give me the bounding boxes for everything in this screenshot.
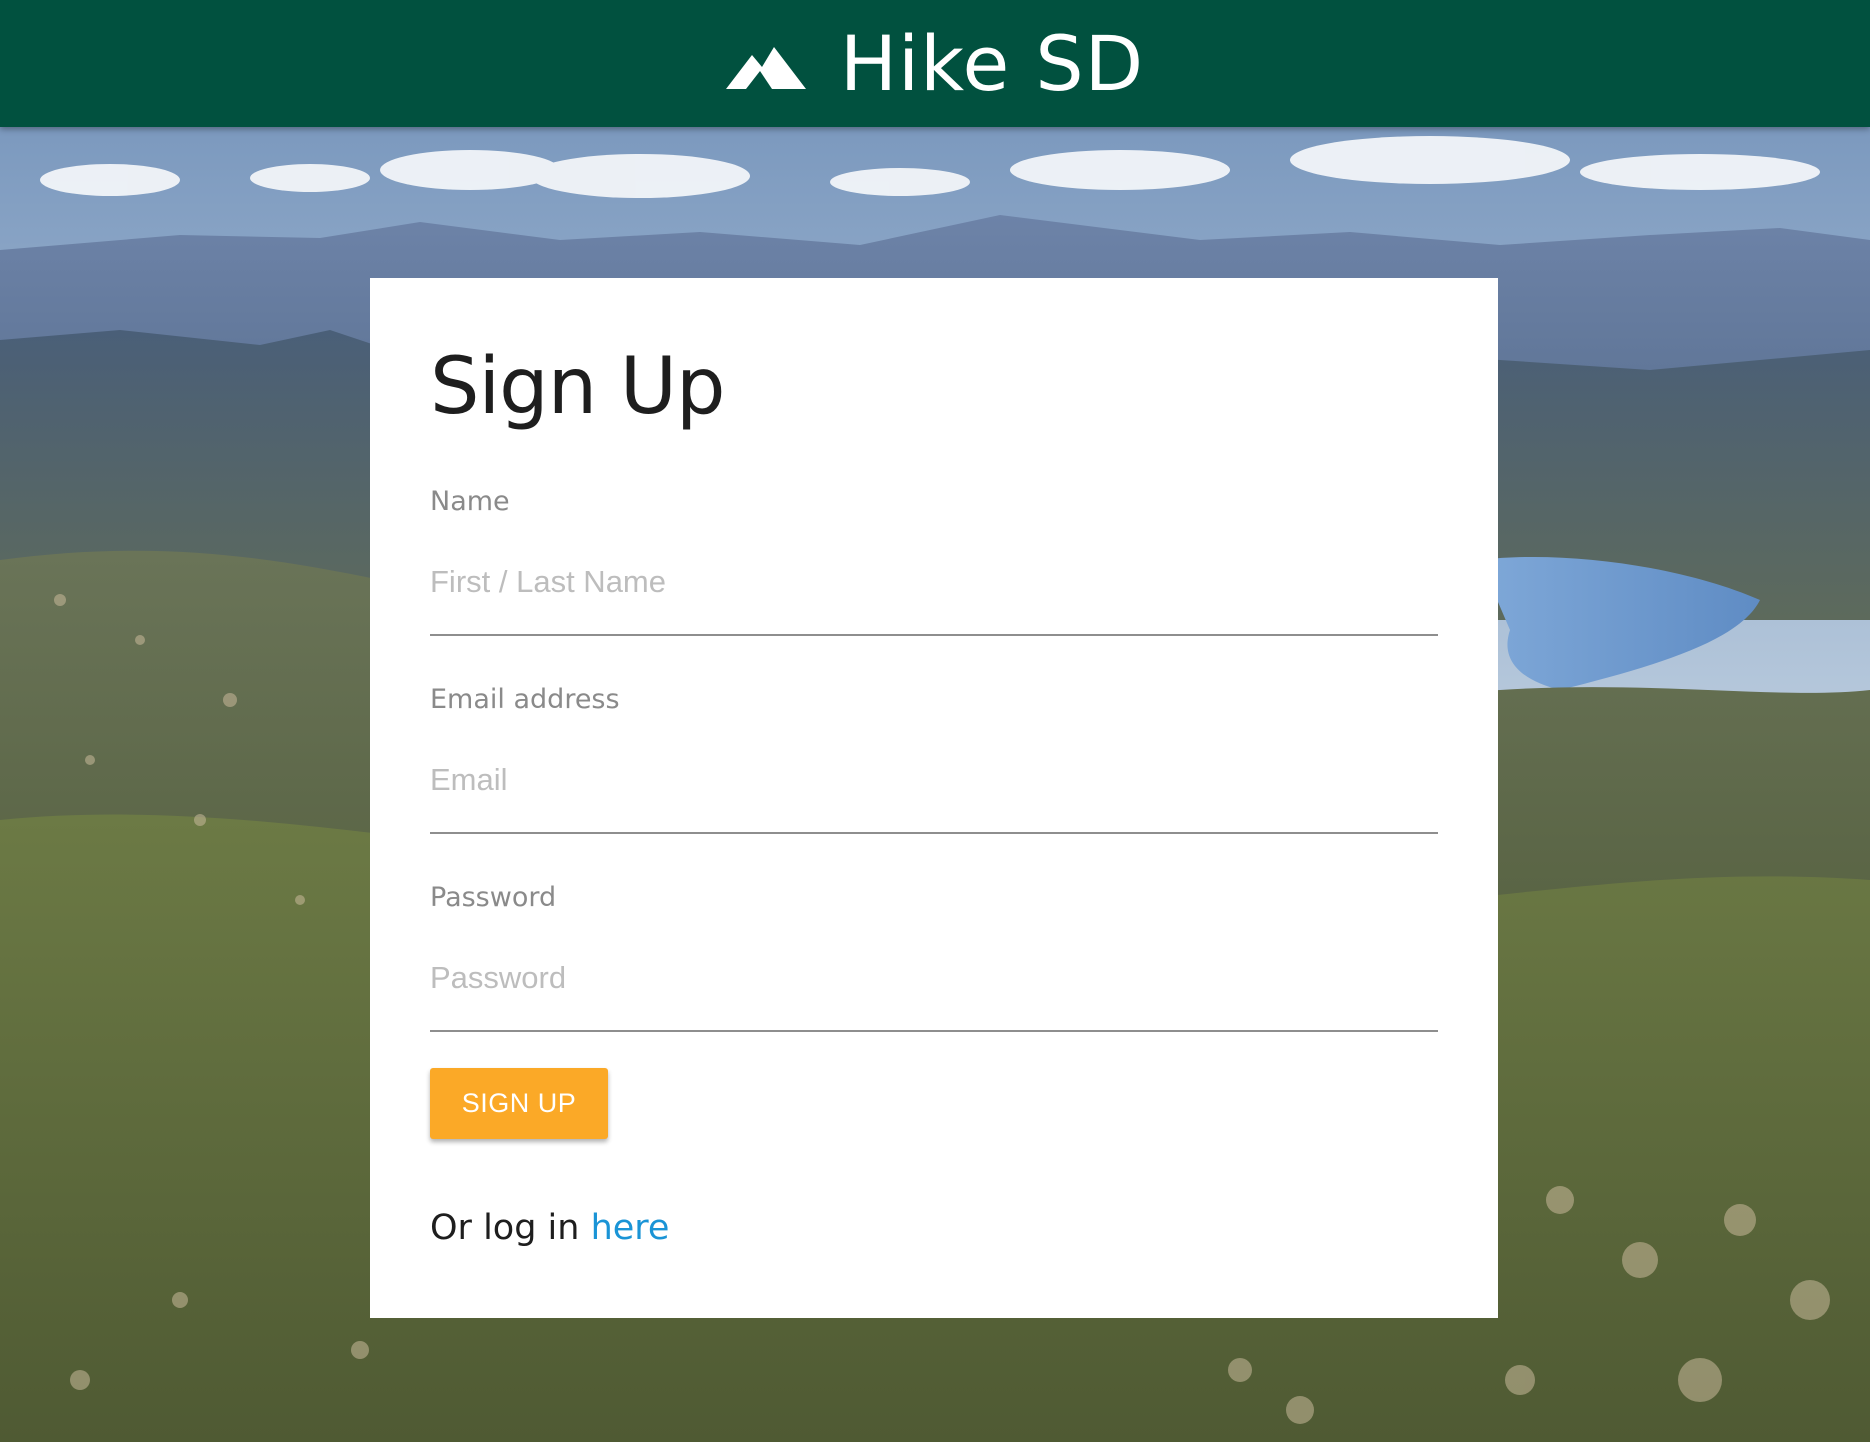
email-field-group: Email address xyxy=(430,684,1438,834)
password-label: Password xyxy=(430,882,557,913)
email-label: Email address xyxy=(430,684,620,715)
header-bar: Hike SD xyxy=(0,0,1870,127)
name-input[interactable] xyxy=(430,564,1438,636)
sign-up-button[interactable]: SIGN UP xyxy=(430,1068,608,1139)
password-field-group: Password xyxy=(430,882,1438,1032)
login-prompt-text: Or log in xyxy=(430,1208,580,1248)
name-label: Name xyxy=(430,486,510,517)
mountain-icon xyxy=(725,46,806,89)
brand[interactable]: Hike SD xyxy=(0,0,1870,127)
password-input[interactable] xyxy=(430,960,1438,1032)
email-input[interactable] xyxy=(430,762,1438,834)
name-field-group: Name xyxy=(430,486,1438,636)
login-link[interactable]: here xyxy=(591,1208,670,1248)
page: Hike SD Sign Up Name Email address Passw… xyxy=(0,0,1870,1442)
page-title: Sign Up xyxy=(430,342,726,432)
signup-card: Sign Up Name Email address Password SIGN… xyxy=(370,278,1498,1318)
login-prompt: Or log in here xyxy=(430,1208,669,1248)
app-title: Hike SD xyxy=(839,18,1145,108)
